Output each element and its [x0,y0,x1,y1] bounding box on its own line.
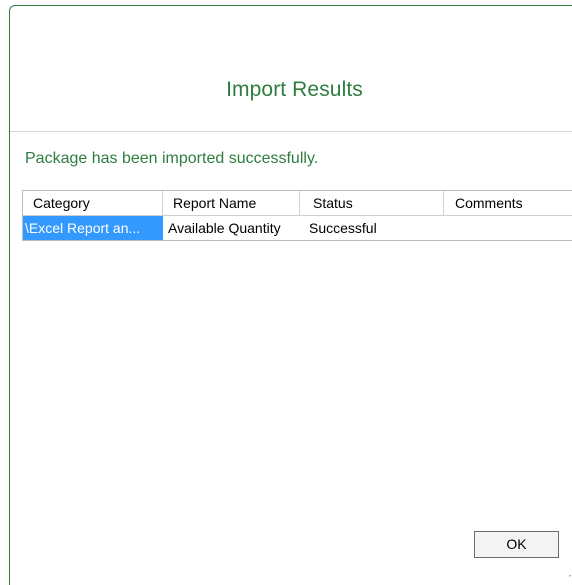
column-header-status[interactable]: Status [300,191,444,215]
column-header-category[interactable]: Category [23,191,163,215]
column-header-report-name[interactable]: Report Name [163,191,300,215]
cell-report-name[interactable]: Available Quantity [163,216,300,240]
dialog-title: Import Results [226,78,363,101]
column-header-comments[interactable]: Comments [444,191,572,215]
table-row[interactable]: \Excel Report an... Available Quantity S… [23,216,572,240]
success-message: Package has been imported successfully. [25,150,319,167]
cell-comments[interactable] [444,216,572,240]
import-results-grid: Category Report Name Status Comments \Ex… [22,190,572,241]
title-divider [10,131,572,132]
cell-status[interactable]: Successful [300,216,444,240]
import-results-dialog: Import Results Package has been imported… [9,5,572,585]
cell-category[interactable]: \Excel Report an... [23,216,163,240]
ok-button[interactable]: OK [474,531,559,558]
resize-grip-icon[interactable] [568,568,572,578]
grid-header: Category Report Name Status Comments [23,191,572,216]
